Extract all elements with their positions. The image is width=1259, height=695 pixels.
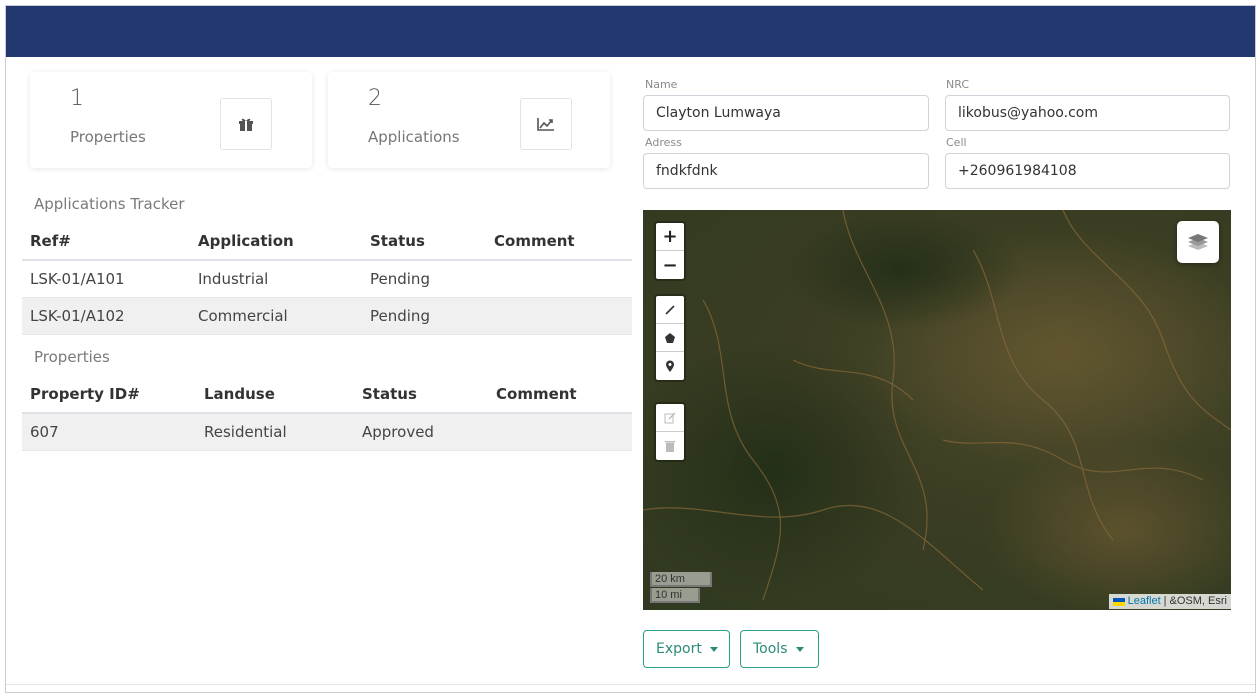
applications-tracker-title: Applications Tracker <box>34 195 185 213</box>
cell-comment <box>488 413 632 451</box>
export-label: Export <box>656 641 702 657</box>
cell-property-id: 607 <box>22 413 196 451</box>
cell-comment <box>486 260 632 298</box>
properties-stat-label: Properties <box>70 128 146 146</box>
leaflet-flag-icon <box>1112 597 1125 606</box>
chart-line-icon[interactable] <box>520 98 572 150</box>
cell-application: Industrial <box>190 260 362 298</box>
gift-icon[interactable] <box>220 98 272 150</box>
draw-toolbar <box>654 294 686 382</box>
draw-polygon-icon[interactable] <box>656 324 684 352</box>
tools-label: Tools <box>753 641 788 657</box>
column-header-ref[interactable]: Ref# <box>22 222 190 261</box>
properties-section-title: Properties <box>34 348 110 366</box>
edit-layers-icon[interactable] <box>656 404 684 432</box>
properties-count: 1 <box>70 86 84 111</box>
table-row[interactable]: LSK-01/A102 Commercial Pending <box>22 297 632 335</box>
properties-stat-card[interactable]: 1 Properties <box>30 72 312 168</box>
satellite-map[interactable] <box>643 210 1231 610</box>
nrc-label: NRC <box>946 78 970 91</box>
draw-marker-icon[interactable] <box>656 352 684 380</box>
scale-mi: 10 mi <box>650 588 700 603</box>
column-header-application[interactable]: Application <box>190 222 362 261</box>
scale-km: 20 km <box>650 572 712 587</box>
cell-status: Pending <box>362 260 486 298</box>
applications-stat-card[interactable]: 2 Applications <box>328 72 610 168</box>
cell-status: Approved <box>354 413 488 451</box>
tools-dropdown-button[interactable]: Tools <box>740 630 819 668</box>
table-row[interactable]: 607 Residential Approved <box>22 413 632 451</box>
caret-down-icon <box>795 646 804 652</box>
footer-divider <box>6 684 1255 685</box>
column-header-status[interactable]: Status <box>354 375 488 414</box>
applications-table: Ref# Application Status Comment LSK-01/A… <box>22 222 632 335</box>
layers-icon[interactable] <box>1177 221 1219 263</box>
map-terrain <box>643 210 1231 610</box>
delete-layers-icon[interactable] <box>656 432 684 460</box>
cell-comment <box>486 297 632 335</box>
attribution-text: | &OSM, Esri <box>1163 595 1227 607</box>
column-header-comment[interactable]: Comment <box>488 375 632 414</box>
cell-field[interactable] <box>945 153 1230 189</box>
address-field[interactable] <box>643 153 929 189</box>
cell-landuse: Residential <box>196 413 354 451</box>
properties-header-row: Property ID# Landuse Status Comment <box>22 375 632 414</box>
draw-polyline-icon[interactable] <box>656 296 684 324</box>
applications-stat-label: Applications <box>368 128 460 146</box>
column-header-landuse[interactable]: Landuse <box>196 375 354 414</box>
cell-ref: LSK-01/A102 <box>22 297 190 335</box>
caret-down-icon <box>709 646 718 652</box>
export-dropdown-button[interactable]: Export <box>643 630 730 668</box>
applications-header-row: Ref# Application Status Comment <box>22 222 632 261</box>
zoom-in-button[interactable]: + <box>656 223 684 251</box>
column-header-status[interactable]: Status <box>362 222 486 261</box>
name-label: Name <box>645 78 678 91</box>
nrc-field[interactable] <box>945 95 1230 131</box>
column-header-comment[interactable]: Comment <box>486 222 632 261</box>
zoom-control: + − <box>654 221 686 281</box>
table-row[interactable]: LSK-01/A101 Industrial Pending <box>22 260 632 298</box>
cell-status: Pending <box>362 297 486 335</box>
top-navbar <box>6 6 1255 57</box>
map-attribution: Leaflet | &OSM, Esri <box>1108 594 1231 609</box>
column-header-property-id[interactable]: Property ID# <box>22 375 196 414</box>
properties-table: Property ID# Landuse Status Comment 607 … <box>22 375 632 451</box>
name-field[interactable] <box>643 95 929 131</box>
cell-label: Cell <box>946 136 967 149</box>
cell-application: Commercial <box>190 297 362 335</box>
edit-toolbar <box>654 402 686 462</box>
applications-count: 2 <box>368 86 382 111</box>
leaflet-link[interactable]: Leaflet <box>1128 595 1161 608</box>
address-label: Adress <box>645 136 682 149</box>
zoom-out-button[interactable]: − <box>656 251 684 279</box>
cell-ref: LSK-01/A101 <box>22 260 190 298</box>
